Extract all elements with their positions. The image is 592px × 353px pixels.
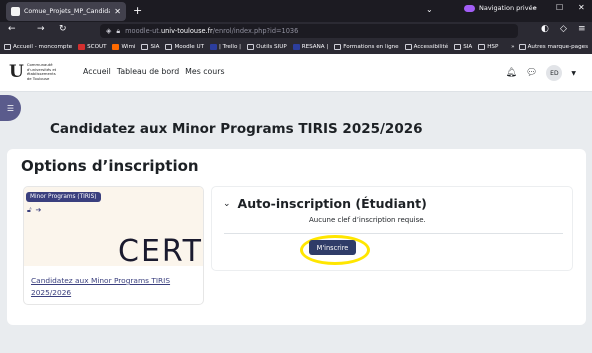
- bookmark-item[interactable]: Outils SIUP: [247, 44, 287, 50]
- folder-icon: [478, 44, 486, 50]
- globe-icon: [4, 44, 11, 50]
- folder-icon: [247, 44, 255, 50]
- course-link[interactable]: Candidatez aux Minor Programs TIRIS 2025…: [31, 275, 181, 299]
- course-image-text: CERTI: [118, 234, 203, 266]
- list-icon: ☰: [6, 103, 15, 113]
- course-image: CERTI Minor Programs (TIRIS) 🔓︎ ➔: [24, 187, 203, 266]
- bookmark-item[interactable]: Moodle UT: [165, 44, 204, 50]
- page-title: Candidatez aux Minor Programs TIRIS 2025…: [50, 121, 423, 137]
- nav-tableau-de-bord[interactable]: Tableau de bord: [117, 67, 179, 76]
- enrol-me-button[interactable]: M'inscrire: [309, 240, 356, 255]
- bookmark-item[interactable]: SIA: [141, 44, 159, 50]
- site-logo[interactable]: U Communauté d'universités et établissem…: [9, 62, 61, 82]
- logo-mark-icon: U: [9, 62, 24, 82]
- bookmarks-overflow[interactable]: » Autres marque-pages: [511, 40, 588, 54]
- bookmark-item[interactable]: Formations en ligne: [334, 44, 399, 50]
- forward-icon[interactable]: →: [37, 24, 45, 34]
- logo-text: Communauté d'universités et établissemen…: [26, 62, 57, 81]
- new-tab-icon[interactable]: +: [133, 4, 142, 17]
- enrolment-icons: 🔓︎ ➔: [27, 206, 41, 215]
- private-label: Navigation privée: [479, 4, 537, 12]
- enrolment-method-panel: ⌄ Auto-inscription (Étudiant) Aucune cle…: [211, 186, 573, 271]
- course-category-badge: Minor Programs (TIRIS): [26, 192, 101, 202]
- extensions-icon[interactable]: ◐: [541, 24, 549, 34]
- private-browsing-indicator: Navigation privée: [464, 4, 537, 12]
- messages-chat-icon[interactable]: 💬︎: [526, 68, 537, 78]
- user-menu-chevron-icon[interactable]: ▼: [571, 70, 576, 77]
- chevron-down-icon[interactable]: ⌄: [223, 199, 231, 209]
- address-url[interactable]: moodle-ut.univ-toulouse.fr/enrol/index.p…: [125, 27, 298, 35]
- folder-icon: [141, 44, 149, 50]
- other-bookmarks-label[interactable]: Autres marque-pages: [528, 44, 588, 50]
- bookmark-item[interactable]: RESANA |: [292, 44, 328, 50]
- section-title: Options d’inscription: [21, 157, 199, 175]
- tab-list-chevron-icon[interactable]: ⌄: [426, 5, 433, 14]
- address-bar[interactable]: ◈ 🔒︎ moodle-ut.univ-toulouse.fr/enrol/in…: [100, 24, 518, 38]
- unlock-icon: 🔓︎: [27, 206, 32, 214]
- divider: [224, 233, 563, 234]
- folder-icon: [454, 44, 462, 50]
- menu-icon[interactable]: ≡: [578, 24, 586, 34]
- browser-tab-bar: Comue_Projets_MP_Candidature ✕ + ⌄ Navig…: [0, 0, 592, 22]
- private-mask-icon: [464, 4, 475, 12]
- maximize-icon[interactable]: ☐: [556, 3, 563, 12]
- account-icon[interactable]: ◇: [560, 24, 567, 34]
- reload-icon[interactable]: ↻: [59, 24, 67, 34]
- no-enrolment-key-text: Aucune clef d’inscription requise.: [309, 216, 426, 224]
- chevron-right-icon[interactable]: »: [511, 44, 514, 50]
- folder-icon: [518, 44, 526, 50]
- trello-icon: [210, 44, 217, 50]
- browser-nav-bar: ← → ↻ ◈ 🔒︎ moodle-ut.univ-toulouse.fr/en…: [0, 22, 592, 40]
- bookmark-item[interactable]: HSP: [478, 44, 498, 50]
- nav-mes-cours[interactable]: Mes cours: [185, 67, 224, 76]
- course-card: CERTI Minor Programs (TIRIS) 🔓︎ ➔ Candid…: [23, 186, 204, 305]
- main-content: Options d’inscription CERTI Minor Progra…: [7, 149, 586, 325]
- resana-icon: [292, 44, 300, 50]
- browser-tab[interactable]: Comue_Projets_MP_Candidature ✕: [6, 2, 126, 21]
- primary-navigation: Accueil Tableau de bord Mes cours: [83, 67, 225, 76]
- course-index-drawer-button[interactable]: ☰: [0, 95, 21, 121]
- shield-icon[interactable]: ◈: [106, 27, 111, 35]
- window-close-icon[interactable]: ✕: [578, 3, 585, 12]
- tab-close-icon[interactable]: ✕: [114, 7, 121, 16]
- bookmark-item[interactable]: SIA: [454, 44, 472, 50]
- nav-accueil[interactable]: Accueil: [83, 67, 111, 76]
- folder-icon: [334, 44, 342, 50]
- back-icon[interactable]: ←: [8, 24, 16, 34]
- bookmark-item[interactable]: | Trello |: [210, 44, 241, 50]
- bookmark-item[interactable]: Accessibilité: [404, 44, 448, 50]
- site-header: U Communauté d'universités et établissem…: [0, 54, 592, 92]
- folder-icon: [404, 44, 412, 50]
- minimize-icon[interactable]: –: [533, 3, 537, 12]
- lock-icon[interactable]: 🔒︎: [116, 27, 120, 36]
- header-user-area: 🔔︎ 💬︎ ED ▼: [506, 65, 576, 81]
- enrolment-method-header[interactable]: ⌄ Auto-inscription (Étudiant): [223, 196, 427, 211]
- bookmark-item[interactable]: SCOUT: [78, 44, 106, 50]
- wimi-icon: [112, 44, 120, 50]
- scout-icon: [78, 44, 86, 50]
- enrolment-method-title: Auto-inscription (Étudiant): [237, 196, 427, 211]
- user-avatar[interactable]: ED: [546, 65, 563, 81]
- bookmarks-bar: Accueil - moncompte SCOUT Wimi SIA Moodl…: [0, 40, 592, 54]
- bookmark-item[interactable]: Accueil - moncompte: [4, 44, 72, 50]
- self-enrol-icon: ➔: [35, 206, 42, 214]
- tab-title: Comue_Projets_MP_Candidature: [24, 8, 111, 15]
- tab-favicon-icon: [11, 7, 20, 16]
- notifications-bell-icon[interactable]: 🔔︎: [506, 68, 517, 78]
- bookmark-item[interactable]: Wimi: [112, 44, 135, 50]
- folder-icon: [165, 44, 173, 50]
